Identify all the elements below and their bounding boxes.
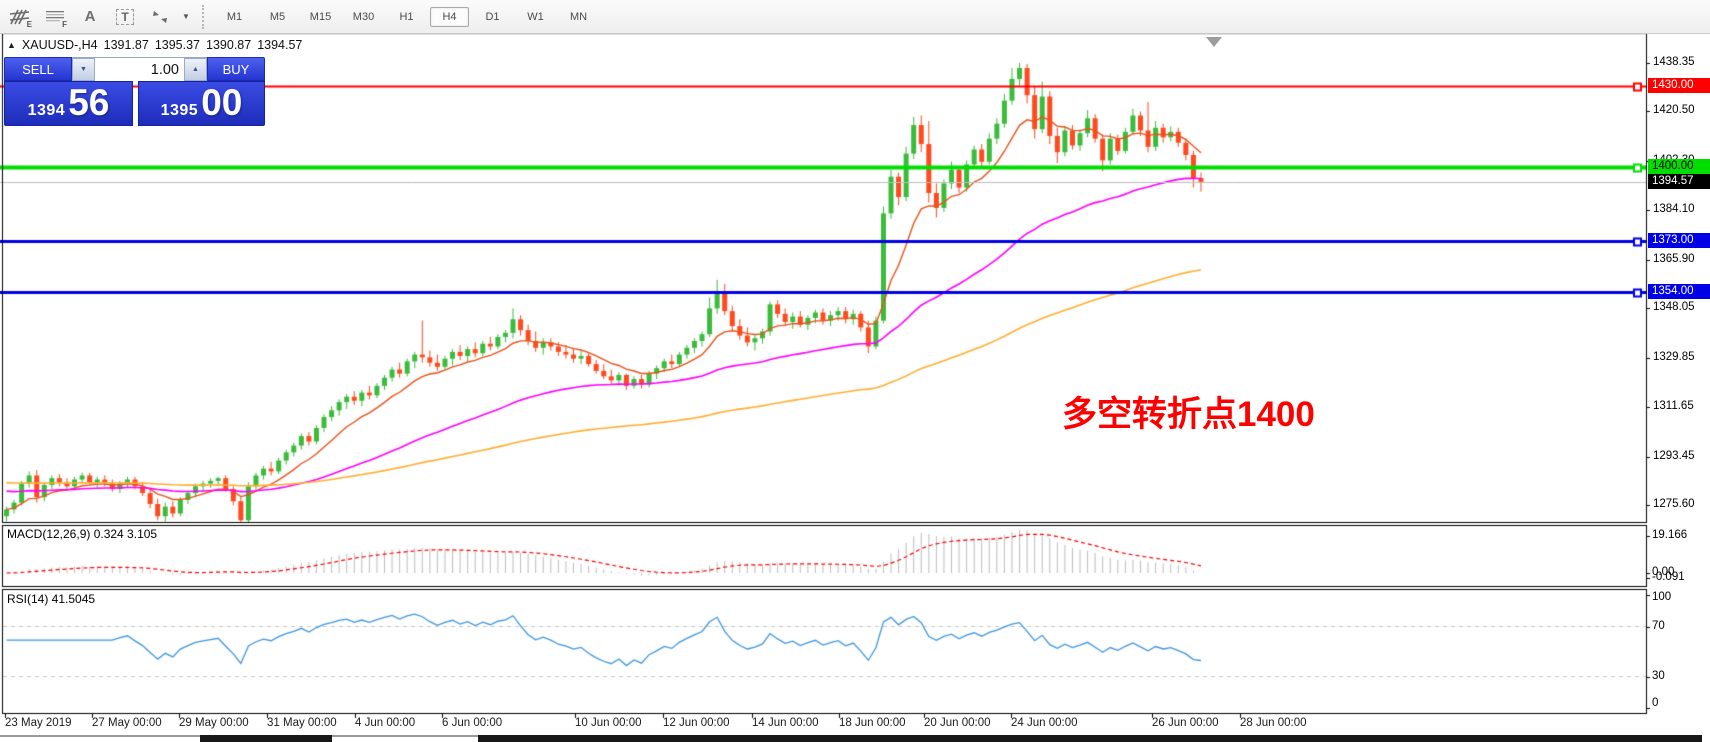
volume-input[interactable] <box>95 58 184 81</box>
one-click-collapse-icon[interactable]: ▲ <box>7 40 16 50</box>
price-axis-label: 1438.35 <box>1653 56 1695 68</box>
chart-shift-marker-icon[interactable] <box>1206 37 1222 47</box>
volume-down-button[interactable]: ▼ <box>72 58 95 81</box>
timeframe-button-mn[interactable]: MN <box>559 7 598 27</box>
icon-sub-e: E <box>27 20 32 29</box>
toolbar: E F A T ▼ M1M5M15M30H1H4D1W1MN <box>0 0 1710 34</box>
symbol-title: XAUUSD-,H4 <box>22 38 98 52</box>
one-click-trade-panel: SELL ▼ ▲ BUY 1394 56 1395 00 <box>4 57 265 126</box>
price-axis-label: 1293.45 <box>1653 450 1695 462</box>
chart-annotation-text: 多空转折点1400 <box>1062 386 1315 437</box>
date-axis-label: 31 May 00:00 <box>267 717 337 729</box>
sell-price-small: 1394 <box>28 102 66 120</box>
volume-control: ▼ ▲ <box>72 57 207 81</box>
price-axis-label: 1348.05 <box>1653 301 1695 313</box>
arrow-style-dropdown-caret[interactable]: ▼ <box>182 4 194 29</box>
date-axis-label: 20 Jun 00:00 <box>924 717 991 729</box>
price-badge-1354.00: 1354.00 <box>1648 284 1710 299</box>
timeframe-button-d1[interactable]: D1 <box>473 7 512 27</box>
ohlc-close: 1394.57 <box>257 38 302 52</box>
buy-button[interactable]: BUY <box>207 57 265 81</box>
macd-axis-label: -0.091 <box>1652 571 1685 583</box>
rsi-axis-label: 70 <box>1652 620 1665 632</box>
buy-price-display[interactable]: 1395 00 <box>138 81 265 126</box>
date-axis-label: 27 May 00:00 <box>92 717 162 729</box>
date-axis-label: 12 Jun 00:00 <box>663 717 730 729</box>
price-badge-1373.00: 1373.00 <box>1648 233 1710 248</box>
date-axis-label: 29 May 00:00 <box>179 717 249 729</box>
arrow-style-icon[interactable] <box>147 4 173 29</box>
volume-up-button[interactable]: ▲ <box>184 58 207 81</box>
sell-price-big: 56 <box>68 82 109 124</box>
macd-label: MACD(12,26,9) 0.324 3.105 <box>7 527 157 541</box>
timeframe-button-h1[interactable]: H1 <box>387 7 426 27</box>
timeframe-button-m30[interactable]: M30 <box>344 7 383 27</box>
horizontal-scrollbar-thumb[interactable] <box>200 735 332 742</box>
rsi-axis-label: 0 <box>1652 697 1658 709</box>
ohlc-open: 1391.87 <box>104 38 149 52</box>
timeframe-button-h4[interactable]: H4 <box>430 7 469 27</box>
date-axis-label: 28 Jun 00:00 <box>1240 717 1307 729</box>
ohlc-high: 1395.37 <box>155 38 200 52</box>
chart-header: ▲ XAUUSD-,H4 1391.87 1395.37 1390.87 139… <box>7 38 302 52</box>
horizontal-scrollbar-bar[interactable] <box>478 735 1702 742</box>
date-axis-label: 6 Jun 00:00 <box>442 717 502 729</box>
price-axis-label: 1275.60 <box>1653 498 1695 510</box>
toolbar-separator <box>202 5 209 29</box>
macd-axis-label: 19.166 <box>1652 529 1687 541</box>
timeframe-button-m1[interactable]: M1 <box>215 7 254 27</box>
trading-platform-window: E F A T ▼ M1M5M15M30H1H4D1W1MN ▲ XAUUSD-… <box>0 0 1710 742</box>
price-badge-1400.00: 1400.00 <box>1648 159 1710 174</box>
ohlc-low: 1390.87 <box>206 38 251 52</box>
date-axis-label: 26 Jun 00:00 <box>1152 717 1219 729</box>
price-badge-1430.00: 1430.00 <box>1648 78 1710 93</box>
text-label-icon[interactable]: A <box>77 4 103 29</box>
date-axis-label: 10 Jun 00:00 <box>575 717 642 729</box>
buy-price-big: 00 <box>201 82 242 124</box>
date-axis-label: 4 Jun 00:00 <box>355 717 415 729</box>
price-axis-label: 1329.85 <box>1653 351 1695 363</box>
timeframe-toolbar: M1M5M15M30H1H4D1W1MN <box>215 7 598 27</box>
sell-price-display[interactable]: 1394 56 <box>4 81 133 126</box>
date-axis-label: 23 May 2019 <box>5 717 72 729</box>
text-box-icon[interactable]: T <box>112 4 138 29</box>
toolbar-icon-group: E F A T ▼ <box>0 4 194 29</box>
date-axis-label: 24 Jun 00:00 <box>1011 717 1078 729</box>
price-axis-label: 1384.10 <box>1653 203 1695 215</box>
rsi-axis-label: 30 <box>1652 670 1665 682</box>
date-axis-label: 18 Jun 00:00 <box>839 717 906 729</box>
price-axis-label: 1311.65 <box>1653 400 1694 412</box>
timeframe-button-m15[interactable]: M15 <box>301 7 340 27</box>
sell-button[interactable]: SELL <box>4 57 72 81</box>
indicators-hatch-icon[interactable]: E <box>7 4 33 29</box>
price-axis-label: 1365.90 <box>1653 253 1695 265</box>
rsi-label: RSI(14) 41.5045 <box>7 592 95 606</box>
buy-price-small: 1395 <box>161 102 199 120</box>
date-axis-label: 14 Jun 00:00 <box>752 717 819 729</box>
icon-sub-f: F <box>62 20 67 29</box>
timeframe-button-m5[interactable]: M5 <box>258 7 297 27</box>
price-badge-1394.57: 1394.57 <box>1648 174 1710 189</box>
grid-dots-icon[interactable]: F <box>42 4 68 29</box>
price-axis-label: 1420.50 <box>1653 104 1695 116</box>
rsi-axis-label: 100 <box>1652 591 1671 603</box>
timeframe-button-w1[interactable]: W1 <box>516 7 555 27</box>
